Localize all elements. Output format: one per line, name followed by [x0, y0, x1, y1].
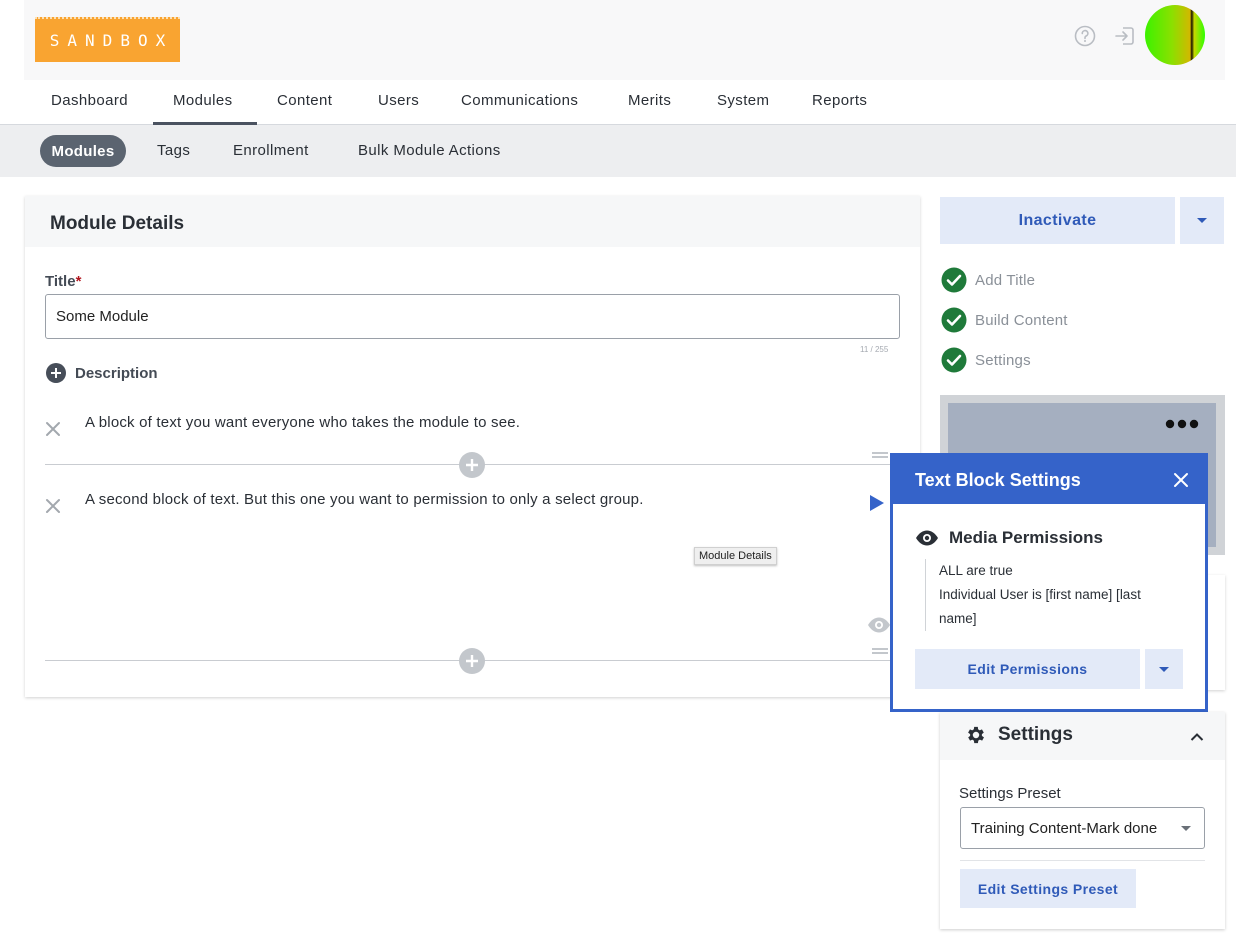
settings-title: Settings [998, 724, 1073, 745]
nav-modules[interactable]: Modules [173, 92, 233, 109]
subnav-modules[interactable]: Modules [40, 135, 126, 167]
main-nav: Dashboard Modules Content Users Communic… [0, 80, 1236, 125]
check-circle-icon [941, 307, 967, 333]
permission-rules: ALL are true Individual User is [first n… [925, 559, 1175, 631]
caret-down-icon [1181, 826, 1191, 831]
permission-rule: ALL are true [939, 563, 1013, 578]
step-build-content: Build Content [941, 307, 1068, 333]
more-options-icon[interactable] [1165, 416, 1201, 434]
module-details-title: Module Details [50, 213, 185, 234]
inactivate-button[interactable]: Inactivate [940, 197, 1175, 244]
subnav-tags[interactable]: Tags [157, 142, 190, 159]
text-block-settings-panel: Text Block Settings Media Permissions AL… [890, 453, 1208, 712]
remove-block-icon[interactable] [44, 420, 62, 438]
nav-merits[interactable]: Merits [628, 92, 671, 109]
nav-content[interactable]: Content [277, 92, 332, 109]
close-icon[interactable] [1173, 472, 1189, 488]
subnav-enrollment[interactable]: Enrollment [233, 142, 309, 159]
add-block-icon[interactable] [459, 452, 485, 478]
remove-block-icon[interactable] [44, 497, 62, 515]
nav-reports[interactable]: Reports [812, 92, 867, 109]
sub-nav: Modules Tags Enrollment Bulk Module Acti… [0, 125, 1236, 177]
step-settings: Settings [941, 347, 1031, 373]
settings-header[interactable]: Settings [940, 712, 1225, 760]
chevron-up-icon[interactable] [1190, 729, 1204, 747]
step-label: Settings [975, 351, 1031, 369]
step-label: Add Title [975, 271, 1036, 289]
check-circle-icon [941, 347, 967, 373]
module-details-header: Module Details [25, 196, 920, 247]
nav-communications[interactable]: Communications [461, 92, 578, 109]
divider [960, 860, 1205, 861]
nav-dashboard[interactable]: Dashboard [51, 92, 128, 109]
edit-permissions-dropdown[interactable] [1145, 649, 1183, 689]
add-description-button[interactable]: Description [45, 362, 158, 384]
selected-preset: Training Content-Mark done [971, 819, 1158, 837]
text-block-2[interactable]: A second block of text. But this one you… [85, 491, 644, 508]
inactivate-dropdown-button[interactable] [1180, 197, 1224, 244]
text-block-1[interactable]: A block of text you want everyone who ta… [85, 414, 520, 431]
add-block-icon[interactable] [459, 648, 485, 674]
panel-title: Text Block Settings [915, 470, 1081, 490]
app-header [24, 0, 1225, 80]
eye-icon [916, 530, 938, 546]
panel-header: Text Block Settings [893, 456, 1205, 504]
nav-system[interactable]: System [717, 92, 769, 109]
subnav-bulk-module-actions[interactable]: Bulk Module Actions [358, 142, 501, 159]
description-label: Description [75, 364, 158, 382]
gear-icon [965, 724, 987, 751]
play-icon[interactable] [868, 494, 886, 517]
help-icon[interactable] [1073, 24, 1097, 48]
settings-preset-select[interactable]: Training Content-Mark done [960, 807, 1205, 849]
step-add-title: Add Title [941, 267, 1035, 293]
step-label: Build Content [975, 311, 1068, 329]
module-details-card: Module Details Title* 11 / 255 Descripti… [25, 196, 920, 697]
caret-down-icon [1197, 218, 1207, 223]
char-count: 11 / 255 [860, 345, 889, 354]
title-label: Title* [45, 273, 81, 290]
edit-permissions-button[interactable]: Edit Permissions [915, 649, 1140, 689]
drag-handle-icon[interactable] [872, 448, 888, 458]
permission-eye-icon[interactable] [867, 616, 891, 639]
check-circle-icon [941, 267, 967, 293]
sandbox-logo[interactable]: SANDBOX [35, 17, 180, 62]
user-avatar[interactable] [1145, 5, 1205, 65]
edit-settings-preset-button[interactable]: Edit Settings Preset [960, 869, 1136, 908]
title-input[interactable] [45, 294, 900, 339]
permission-rule: Individual User is [first name] [last na… [939, 587, 1141, 626]
plus-circle-icon [46, 363, 66, 383]
title-label-text: Title [45, 273, 76, 290]
settings-card: Settings Settings Preset Training Conten… [940, 712, 1225, 929]
drag-handle-icon[interactable] [872, 644, 888, 654]
nav-users[interactable]: Users [378, 92, 419, 109]
required-marker: * [75, 273, 82, 290]
caret-down-icon [1159, 667, 1169, 672]
media-permissions-heading: Media Permissions [915, 528, 1103, 548]
settings-preset-label: Settings Preset [959, 785, 1061, 802]
permissions-title: Media Permissions [949, 528, 1104, 547]
tooltip: Module Details [694, 547, 777, 565]
logout-icon[interactable] [1113, 24, 1137, 48]
